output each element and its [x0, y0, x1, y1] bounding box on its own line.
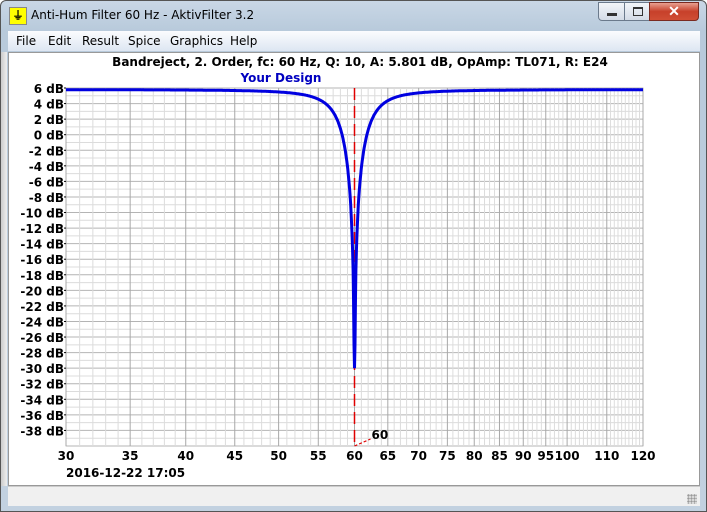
- x-tick-label: 40: [177, 449, 194, 463]
- x-tick-labels: 30 35 40 45 50 55 60 65 70 75 80 85 90 95 100 110 120: [58, 449, 656, 463]
- y-tick-label: -10 dB: [20, 207, 64, 221]
- y-tick-label: -26 dB: [20, 331, 64, 345]
- fc-marker-label: 60: [372, 428, 389, 442]
- y-tick-label: -28 dB: [20, 347, 64, 361]
- y-tick-label: 2 dB: [34, 113, 64, 127]
- x-tick-label: 75: [439, 449, 456, 463]
- x-tick-label: 45: [226, 449, 243, 463]
- x-tick-label: 120: [630, 449, 655, 463]
- chart-title: Bandreject, 2. Order, fc: 60 Hz, Q: 10, …: [112, 55, 608, 69]
- y-tick-label: -8 dB: [29, 191, 64, 205]
- y-tick-label: -12 dB: [20, 222, 64, 236]
- x-tick-label: 30: [58, 449, 75, 463]
- x-tick-label: 50: [270, 449, 287, 463]
- x-tick-label: 60: [346, 449, 363, 463]
- y-tick-label: 0 dB: [34, 129, 64, 143]
- y-tick-label: -38 dB: [20, 424, 64, 438]
- x-tick-label: 35: [122, 449, 139, 463]
- y-tick-label: 4 dB: [34, 98, 64, 112]
- x-tick-label: 70: [410, 449, 427, 463]
- y-tick-label: -2 dB: [29, 144, 64, 158]
- y-tick-label: -20 dB: [20, 284, 64, 298]
- y-tick-label: -30 dB: [20, 362, 64, 376]
- frequency-response-chart: 6 dB 4 dB2 dB 0 dB-2 dB -4 dB-6 dB -8 dB -10 …: [20, 55, 656, 480]
- y-tick-label: -22 dB: [20, 300, 64, 314]
- x-tick-label: 100: [555, 449, 580, 463]
- y-tick-label: -14 dB: [20, 238, 64, 252]
- y-tick-label: -4 dB: [29, 160, 64, 174]
- x-tick-label: 55: [310, 449, 327, 463]
- timestamp: 2016-12-22 17:05: [66, 466, 185, 480]
- y-tick-label: -6 dB: [29, 175, 64, 189]
- x-tick-label: 95: [537, 449, 554, 463]
- x-tick-label: 85: [491, 449, 508, 463]
- y-tick-label: 6 dB: [34, 82, 64, 96]
- y-tick-label: -34 dB: [20, 393, 64, 407]
- x-tick-label: 110: [594, 449, 619, 463]
- y-tick-label: -18 dB: [20, 269, 64, 283]
- y-tick-labels: 6 dB 4 dB2 dB 0 dB-2 dB -4 dB-6 dB -8 dB -10 …: [20, 82, 66, 438]
- x-tick-label: 65: [379, 449, 396, 463]
- x-tick-label: 80: [466, 449, 483, 463]
- chart-subtitle: Your Design: [240, 71, 322, 85]
- y-tick-label: -16 dB: [20, 253, 64, 267]
- y-tick-label: -36 dB: [20, 409, 64, 423]
- x-tick-label: 90: [515, 449, 532, 463]
- y-tick-label: -32 dB: [20, 378, 64, 392]
- y-tick-label: -24 dB: [20, 315, 64, 329]
